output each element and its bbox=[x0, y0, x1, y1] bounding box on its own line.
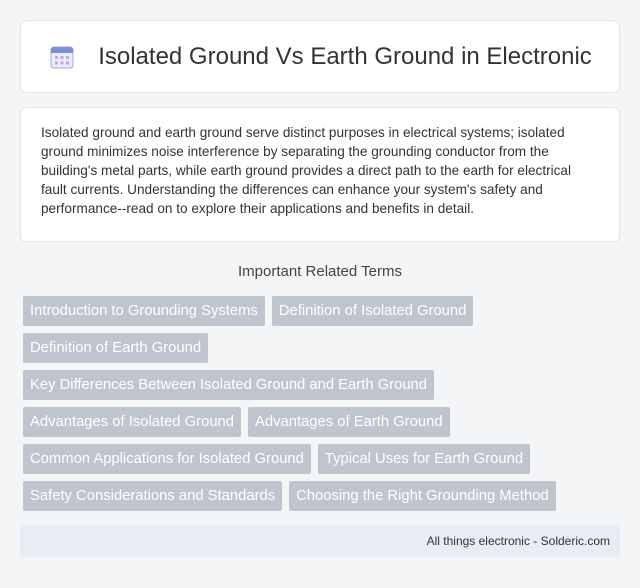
term-chip-introduction-to-grounding-systems[interactable]: Introduction to Grounding Systems bbox=[23, 296, 265, 326]
term-chip-definition-of-earth-ground[interactable]: Definition of Earth Ground bbox=[23, 333, 209, 363]
footer: All things electronic - Solderic.com bbox=[20, 525, 620, 557]
page-title: Isolated Ground Vs Earth Ground in Elect… bbox=[98, 42, 592, 70]
related-terms-list: Introduction to Grounding Systems Defini… bbox=[23, 296, 623, 511]
term-chip-key-differences[interactable]: Key Differences Between Isolated Ground … bbox=[23, 370, 435, 400]
term-chip-safety-considerations[interactable]: Safety Considerations and Standards bbox=[23, 481, 283, 511]
intro-card: Isolated ground and earth ground serve d… bbox=[20, 107, 620, 242]
term-chip-choosing-grounding-method[interactable]: Choosing the Right Grounding Method bbox=[289, 481, 556, 511]
header-card: Isolated Ground Vs Earth Ground in Elect… bbox=[20, 20, 620, 93]
term-chip-common-applications-isolated-ground[interactable]: Common Applications for Isolated Ground bbox=[23, 444, 311, 474]
term-chip-definition-of-isolated-ground[interactable]: Definition of Isolated Ground bbox=[271, 296, 474, 326]
footer-credit: All things electronic - Solderic.com bbox=[426, 534, 610, 548]
intro-paragraph: Isolated ground and earth ground serve d… bbox=[41, 125, 572, 216]
term-chip-typical-uses-earth-ground[interactable]: Typical Uses for Earth Ground bbox=[317, 444, 531, 474]
term-chip-advantages-of-earth-ground[interactable]: Advantages of Earth Ground bbox=[248, 407, 450, 437]
term-chip-advantages-of-isolated-ground[interactable]: Advantages of Isolated Ground bbox=[23, 407, 242, 437]
related-terms-heading: Important Related Terms bbox=[238, 263, 402, 280]
calendar-grid-icon bbox=[48, 43, 76, 71]
